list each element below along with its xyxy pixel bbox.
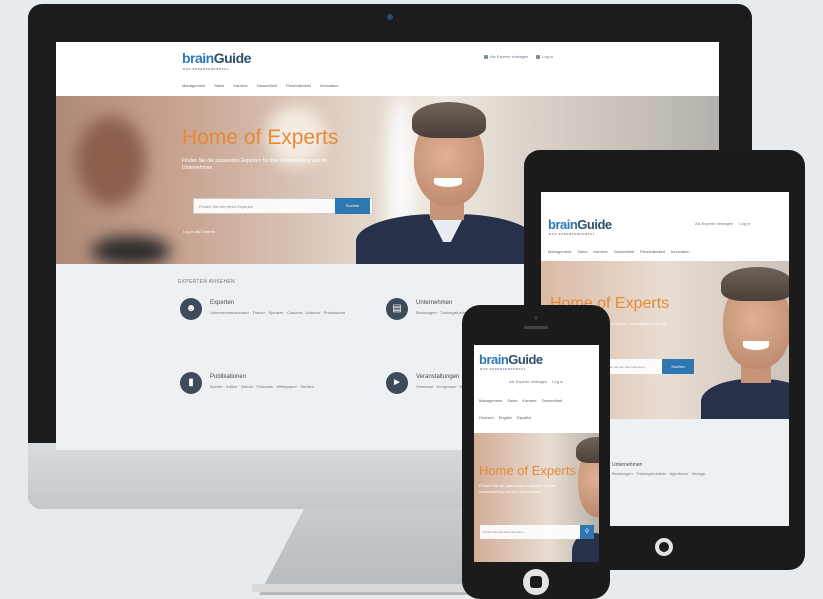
front-camera [534, 316, 538, 320]
login-link[interactable]: Log in [552, 379, 563, 384]
logo-tagline: DAS EXPERTENPORTAL [183, 67, 230, 71]
logo-guide: Guide [508, 352, 543, 367]
nav-item[interactable]: Innovation [320, 83, 338, 88]
speaker [524, 326, 548, 329]
logo[interactable]: brainGuide DAS EXPERTENPORTAL [182, 50, 252, 71]
logo-tagline: DAS EXPERTENPORTAL [480, 367, 527, 371]
nav-item[interactable]: Karriere [233, 83, 247, 88]
search-input[interactable]: Finden Sie hier Ihren Experten [601, 359, 665, 374]
nav-item[interactable]: Sales [577, 249, 587, 254]
search-icon[interactable]: ⚲ [580, 525, 594, 539]
bg-blur [91, 236, 171, 264]
category-title: Unternehmen [612, 462, 643, 468]
logo-brain: brain [182, 50, 214, 66]
hair [721, 267, 789, 301]
hero-portrait [346, 96, 546, 264]
smile [743, 341, 769, 350]
nav-item[interactable]: Gesundheit [257, 83, 277, 88]
login-link[interactable]: Log in [536, 54, 553, 59]
category-title: Unternehmen [416, 300, 453, 306]
hero-title: Home of Experts [479, 463, 576, 478]
main-nav: Management Sales Karriere Gesundheit Per… [548, 249, 689, 254]
webcam [387, 14, 393, 20]
home-button[interactable] [655, 538, 673, 556]
nav-item[interactable]: Innovation [671, 249, 689, 254]
register-link[interactable]: Als Experte eintragen [484, 54, 528, 59]
search-input[interactable]: Finden Sie hier Ihren Experten [480, 525, 580, 539]
lang-item[interactable]: Español [517, 415, 531, 420]
nav-item[interactable]: Management [548, 249, 571, 254]
megaphone-icon: ► [386, 372, 408, 394]
phone-device: brainGuide DAS EXPERTENPORTAL Als Expert… [462, 305, 610, 599]
login-label: Log in [542, 54, 554, 59]
nav-item[interactable]: Karriere [522, 398, 536, 403]
category-title: Experten [210, 300, 235, 306]
nav-item[interactable]: Persönlichkeit [640, 249, 665, 254]
search-button[interactable]: Suchen [662, 359, 694, 374]
logo-brain: brain [479, 352, 509, 367]
hero-subtitle: Finden Sie die passenden Experten für Ih… [479, 483, 557, 494]
nav-item[interactable]: Sales [214, 83, 224, 88]
logo-brain: brain [548, 217, 578, 232]
category-desc: Unternehmensberater · Trainer · Speaker … [210, 310, 346, 315]
category-title: Publikationen [210, 374, 247, 380]
search-button[interactable]: Suchen [335, 198, 370, 214]
bg-blur [76, 116, 146, 206]
nav-item[interactable]: Management [479, 398, 502, 403]
hero-portrait [701, 261, 789, 419]
smile [434, 178, 462, 187]
register-link[interactable]: Als Experte eintragen [695, 221, 733, 226]
hair [576, 437, 599, 463]
nav-item[interactable]: Gesundheit [542, 398, 562, 403]
language-switch: Deutsch English Español [479, 415, 531, 420]
user-nav: Als Experte eintragen Log in [695, 221, 750, 226]
lock-icon [536, 54, 541, 59]
hero-portrait [572, 433, 599, 562]
categories-heading: EXPERTEN ANSEHEN [178, 279, 235, 285]
phone-screen: brainGuide DAS EXPERTENPORTAL Als Expert… [474, 345, 599, 562]
user-nav: Als Experte eintragen Log in [484, 54, 553, 59]
home-button[interactable] [523, 569, 549, 595]
nav-item[interactable]: Gesundheit [614, 249, 634, 254]
nav-item[interactable]: Karriere [593, 249, 607, 254]
category-desc: Beratungen · Trainingsinstitute · Agentu… [612, 471, 706, 476]
user-nav: Als Experte eintragen Log in [509, 379, 563, 384]
suit [701, 379, 789, 419]
book-icon: ▮ [180, 372, 202, 394]
nav-item[interactable]: Persönlichkeit [286, 83, 311, 88]
logo-guide: Guide [577, 217, 612, 232]
nav-item[interactable]: Sales [507, 398, 517, 403]
register-link[interactable]: Als Experte eintragen [509, 379, 547, 384]
logo[interactable]: brainGuide DAS EXPERTENPORTAL [548, 217, 612, 236]
main-nav: Management Sales Karriere Gesundheit Per… [182, 83, 338, 88]
lang-item[interactable]: Deutsch [479, 415, 494, 420]
desktop-header: brainGuide DAS EXPERTENPORTAL Als Expert… [56, 42, 719, 102]
main-nav: Management Sales Karriere Gesundheit [479, 398, 562, 403]
nav-item[interactable]: Management [182, 83, 205, 88]
hero-subtitle: Finden Sie die passenden Experten für Ih… [182, 158, 328, 171]
user-icon [484, 54, 488, 59]
category-title: Veranstaltungen [416, 374, 460, 380]
register-label: Als Experte eintragen [490, 54, 529, 59]
logo[interactable]: brainGuide DAS EXPERTENPORTAL [479, 352, 543, 371]
hair [412, 102, 486, 138]
user-icon: ☻ [180, 298, 202, 320]
hero-title: Home of Experts [182, 126, 339, 149]
logo-tagline: DAS EXPERTENPORTAL [549, 232, 596, 236]
category-desc: Bücher · Artikel · Videos · Podcasts · W… [210, 384, 314, 389]
lang-item[interactable]: English [499, 415, 512, 420]
expert-login-link[interactable]: Log in als Experte [183, 229, 215, 234]
logo-guide: Guide [213, 50, 252, 66]
hero-banner: Home of Experts Finden Sie die passenden… [474, 433, 599, 562]
document-icon: ▤ [386, 298, 408, 320]
login-link[interactable]: Log in [739, 221, 750, 226]
